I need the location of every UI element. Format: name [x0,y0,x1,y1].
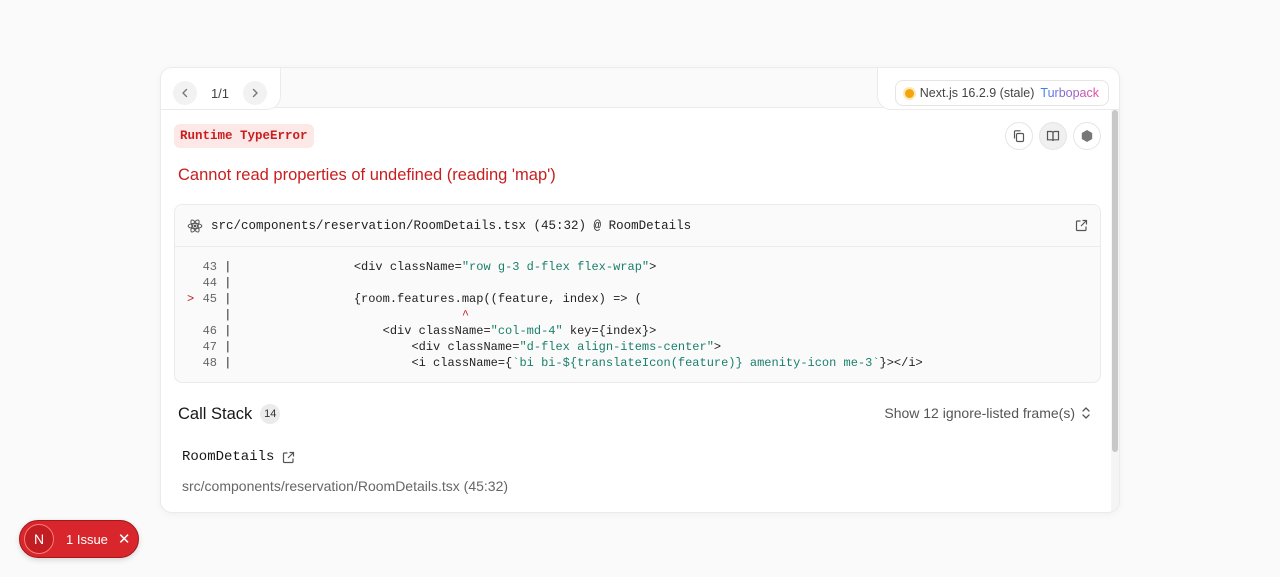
code-frame-header: src/components/reservation/RoomDetails.t… [175,205,1100,247]
frame-count-badge: 14 [260,404,281,424]
error-pager: 1/1 [173,81,267,105]
docs-button[interactable] [1039,122,1067,150]
open-in-editor-icon[interactable] [1075,219,1088,232]
book-icon [1046,130,1060,142]
stack-frame-name: RoomDetails [182,449,295,465]
stale-status-icon [904,88,914,98]
nextjs-logo[interactable]: N [24,524,54,554]
nodejs-button[interactable] [1073,122,1101,150]
code-line: 44 | [202,276,239,290]
code-caret-line: | ^ [217,308,470,322]
error-dialog: 1/1 Next.js 16.2.9 (stale) Turbopack Run… [160,67,1120,513]
react-icon [187,218,203,233]
code-line: 46 | <div className="col-md-4" key={inde… [202,324,657,338]
code-line: 47 | <div className="d-flex align-items-… [202,340,722,354]
next-error-button[interactable] [243,81,267,105]
chevron-up-down-icon [1082,407,1090,419]
code-line: 43 | <div className="row g-3 d-flex flex… [202,260,657,274]
code-line: 48 | <i className={`bi bi-${translateIco… [202,356,923,370]
prev-error-button[interactable] [173,81,197,105]
version-label: Next.js 16.2.9 (stale) [919,86,1035,100]
code-location: src/components/reservation/RoomDetails.t… [211,218,692,233]
show-ignored-frames-label: Show 12 ignore-listed frame(s) [884,405,1075,421]
code-line-highlighted: >45 | {room.features.map((feature, index… [187,292,642,306]
scroll-thumb[interactable] [1112,110,1118,452]
bundler-label: Turbopack [1040,86,1099,100]
code-snippet: 43 | <div className="row g-3 d-flex flex… [175,247,1100,371]
issues-badge[interactable]: N 1 Issue ✕ [19,520,139,558]
dialog-scrollbar[interactable] [1111,110,1119,512]
call-stack-title: Call Stack [178,404,253,423]
open-in-editor-icon[interactable] [282,451,295,464]
call-stack-header: Call Stack 14 [178,404,281,424]
chevron-left-icon [182,88,188,98]
close-icon[interactable]: ✕ [118,530,131,548]
error-message: Cannot read properties of undefined (rea… [178,166,556,184]
dialog-header: 1/1 Next.js 16.2.9 (stale) Turbopack [161,68,1119,110]
show-ignored-frames-button[interactable]: Show 12 ignore-listed frame(s) [884,405,1091,421]
pager-count: 1/1 [210,85,230,101]
chevron-right-icon [252,88,258,98]
dialog-tools [1005,122,1101,150]
copy-button[interactable] [1005,122,1033,150]
issue-count-label[interactable]: 1 Issue [66,532,108,547]
stack-frame-path: src/components/reservation/RoomDetails.t… [182,478,509,494]
copy-icon [1013,130,1025,143]
version-badge[interactable]: Next.js 16.2.9 (stale) Turbopack [894,80,1109,106]
code-frame: src/components/reservation/RoomDetails.t… [174,204,1101,383]
hexagon-icon [1081,130,1093,142]
error-type-label: Runtime TypeError [174,124,314,148]
